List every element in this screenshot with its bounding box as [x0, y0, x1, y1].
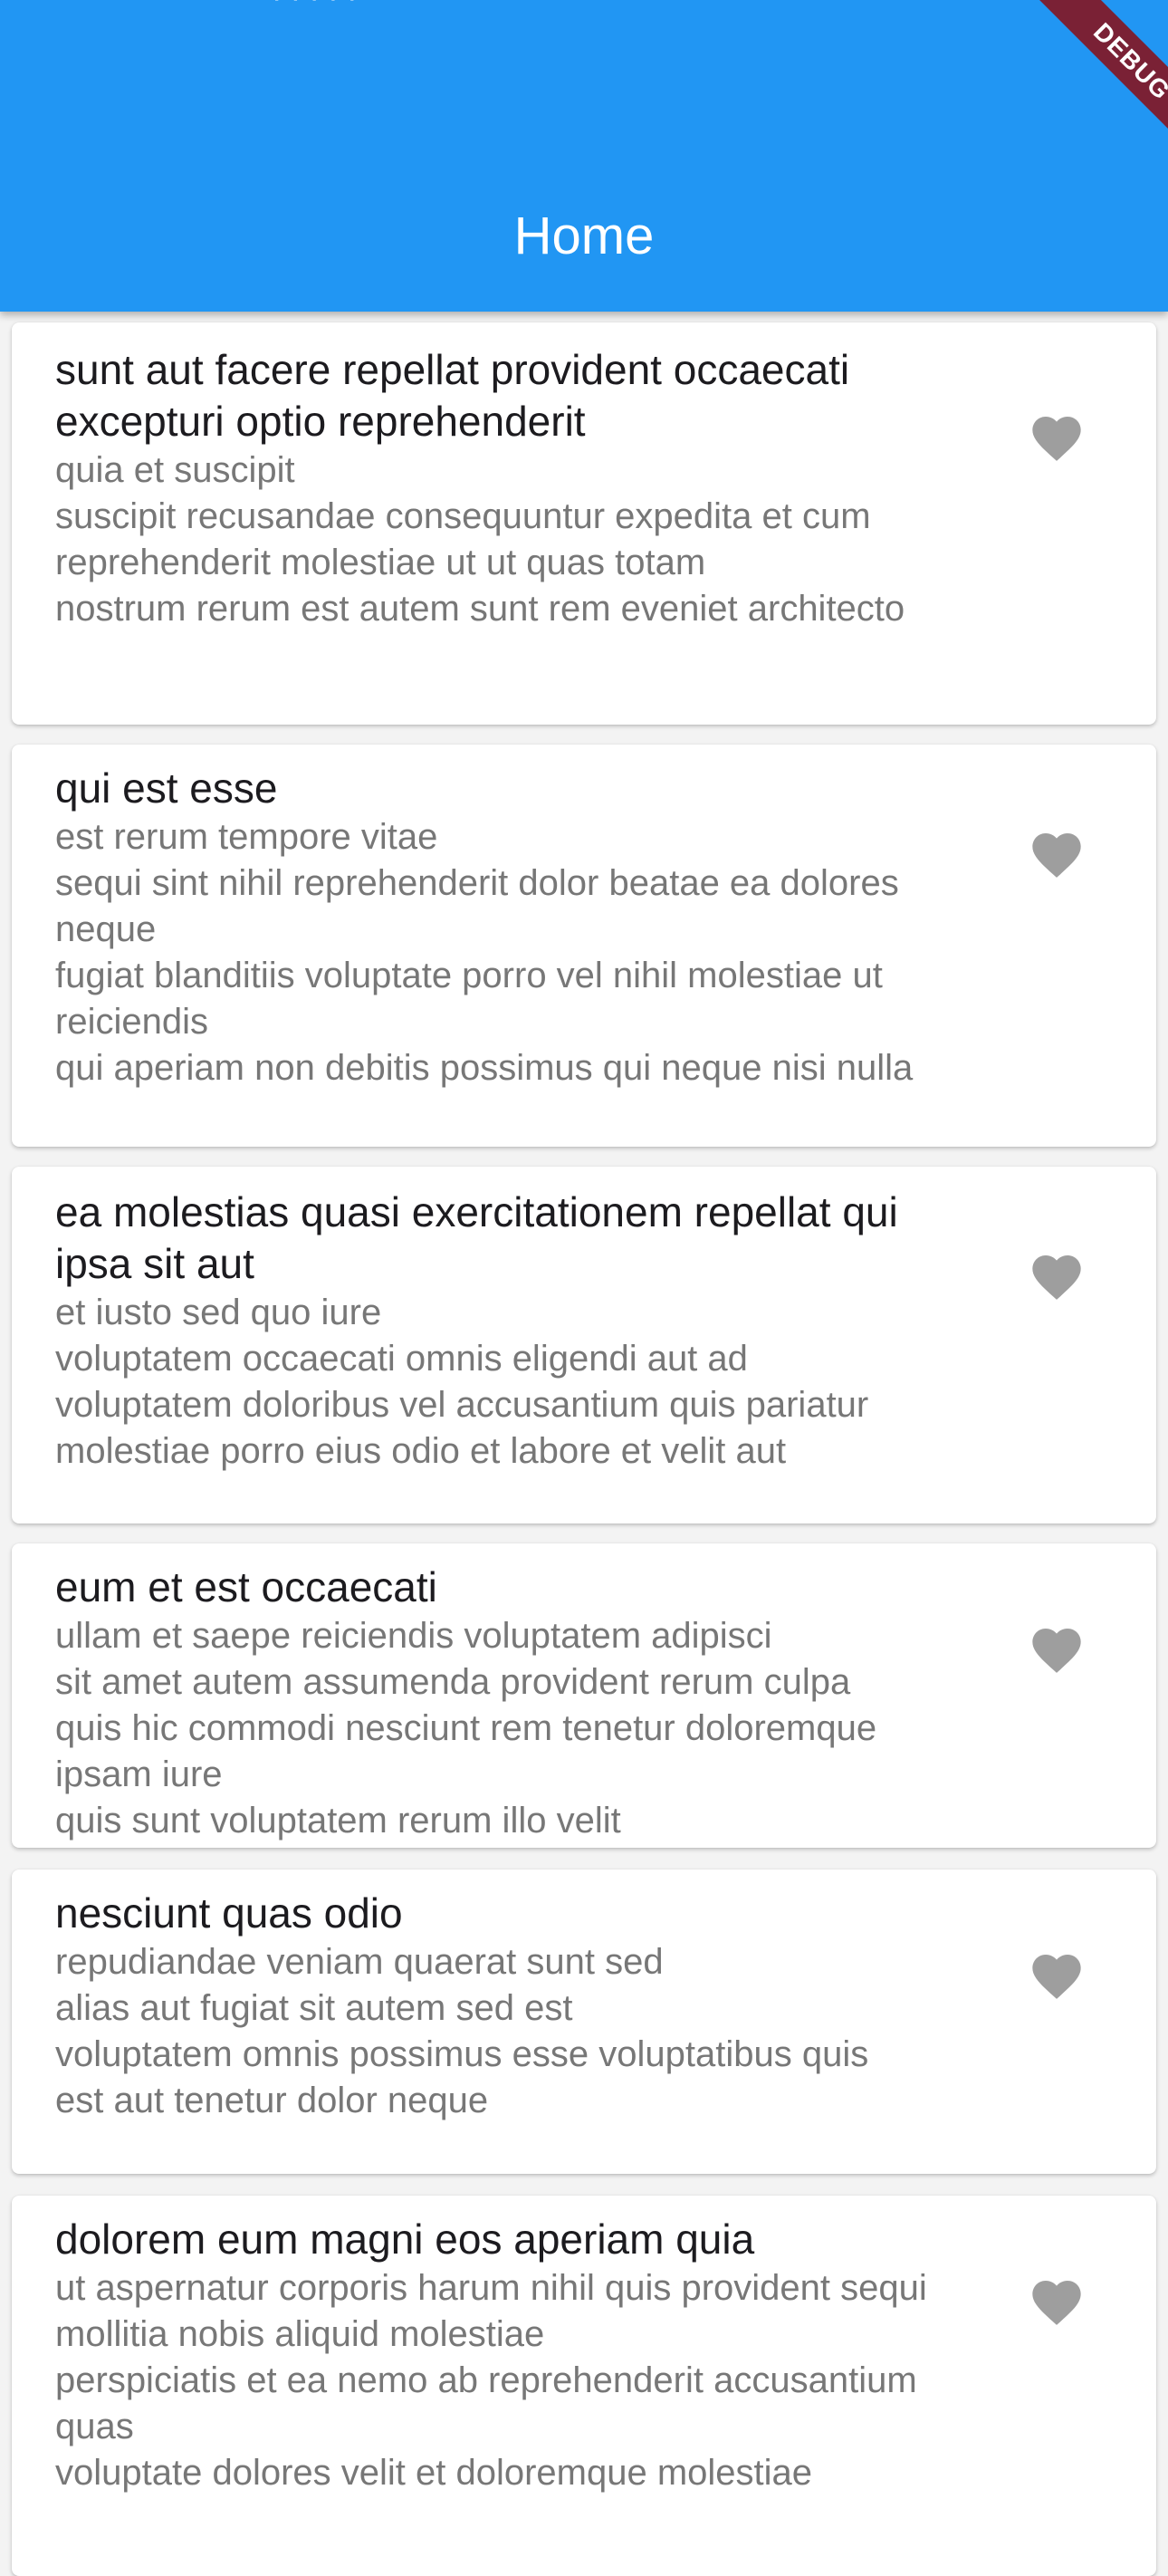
- post-card[interactable]: sunt aut facere repellat provident occae…: [12, 322, 1156, 725]
- page-title: Home: [513, 207, 655, 265]
- favorite-button[interactable]: [1020, 402, 1093, 475]
- heart-icon: [1032, 1255, 1081, 1300]
- app-bar: · · · · · Home DEBUG: [0, 0, 1168, 312]
- favorite-button[interactable]: [1020, 2266, 1093, 2339]
- post-title: eum et est occaecati: [55, 1563, 437, 1610]
- post-body: repudiandae veniam quaerat sunt sed alia…: [55, 1942, 869, 2120]
- debug-banner: DEBUG: [1020, 0, 1168, 174]
- post-text: ea molestias quasi exercitationem repell…: [55, 1187, 961, 1475]
- heart-icon: [1032, 1955, 1081, 1999]
- heart-icon: [1032, 1629, 1081, 1673]
- post-title: nesciunt quas odio: [55, 1889, 403, 1937]
- heart-icon: [1032, 833, 1081, 878]
- favorite-button[interactable]: [1020, 1940, 1093, 2013]
- favorite-button[interactable]: [1020, 1241, 1093, 1313]
- post-text: qui est esse est rerum tempore vitae seq…: [55, 763, 961, 1091]
- favorite-button[interactable]: [1020, 1614, 1093, 1687]
- post-body: quia et suscipit suscipit recusandae con…: [55, 450, 905, 629]
- post-card[interactable]: qui est esse est rerum tempore vitae seq…: [12, 745, 1156, 1147]
- post-body: ullam et saepe reiciendis voluptatem adi…: [55, 1616, 877, 1841]
- post-text: eum et est occaecati ullam et saepe reic…: [55, 1562, 961, 1844]
- post-card[interactable]: eum et est occaecati ullam et saepe reic…: [12, 1543, 1156, 1848]
- post-card[interactable]: dolorem eum magni eos aperiam quia ut as…: [12, 2196, 1156, 2576]
- post-text: dolorem eum magni eos aperiam quia ut as…: [55, 2214, 961, 2496]
- post-body: et iusto sed quo iure voluptatem occaeca…: [55, 1293, 869, 1471]
- post-body: est rerum tempore vitae sequi sint nihil…: [55, 817, 914, 1088]
- post-title: qui est esse: [55, 764, 278, 812]
- post-text: nesciunt quas odio repudiandae veniam qu…: [55, 1888, 961, 2124]
- status-bar-remnant: · · · · ·: [272, 0, 357, 15]
- post-card[interactable]: nesciunt quas odio repudiandae veniam qu…: [12, 1870, 1156, 2174]
- favorite-button[interactable]: [1020, 819, 1093, 891]
- post-title: ea molestias quasi exercitationem repell…: [55, 1188, 898, 1287]
- post-title: dolorem eum magni eos aperiam quia: [55, 2216, 755, 2263]
- post-title: sunt aut facere repellat provident occae…: [55, 346, 850, 445]
- post-text: sunt aut facere repellat provident occae…: [55, 344, 961, 632]
- post-card[interactable]: ea molestias quasi exercitationem repell…: [12, 1167, 1156, 1523]
- heart-icon: [1032, 2281, 1081, 2325]
- post-body: ut aspernatur corporis harum nihil quis …: [55, 2268, 927, 2493]
- heart-icon: [1032, 417, 1081, 461]
